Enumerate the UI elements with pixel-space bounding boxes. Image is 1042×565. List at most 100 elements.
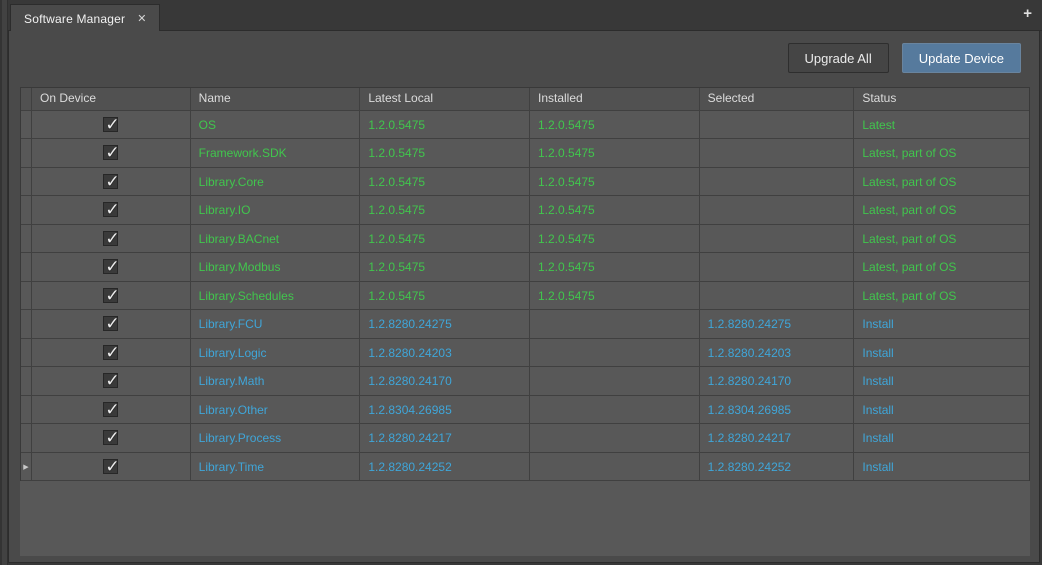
current-row-indicator (21, 339, 32, 367)
current-row-indicator (21, 253, 32, 281)
status-cell: Install (854, 453, 1029, 481)
on-device-checkbox[interactable]: ✓ (103, 288, 118, 303)
on-device-checkbox[interactable]: ✓ (103, 459, 118, 474)
software-table: On Device Name Latest Local Installed Se… (20, 87, 1030, 481)
table-row[interactable]: ✓ Library.Schedules 1.2.0.5475 1.2.0.547… (21, 282, 1029, 311)
checkmark-icon: ✓ (105, 339, 119, 366)
selected-cell: 1.2.8280.24170 (700, 367, 855, 395)
checkmark-icon: ✓ (105, 453, 119, 480)
on-device-cell: ✓ (32, 253, 191, 281)
tab-bar: Software Manager ✕ + (8, 0, 1042, 31)
header-status[interactable]: Status (854, 88, 1029, 110)
update-device-button[interactable]: Update Device (902, 43, 1021, 73)
header-latest-local[interactable]: Latest Local (360, 88, 530, 110)
status-cell: Latest (854, 111, 1029, 139)
on-device-checkbox[interactable]: ✓ (103, 117, 118, 132)
left-splitter-strip[interactable] (0, 0, 8, 565)
status-cell: Latest, part of OS (854, 139, 1029, 167)
selected-cell (700, 111, 855, 139)
selected-cell (700, 139, 855, 167)
status-cell: Latest, part of OS (854, 225, 1029, 253)
on-device-checkbox[interactable]: ✓ (103, 402, 118, 417)
installed-cell (530, 424, 700, 452)
latest-local-cell: 1.2.0.5475 (360, 139, 530, 167)
table-row[interactable]: ✓ Framework.SDK 1.2.0.5475 1.2.0.5475 La… (21, 139, 1029, 168)
current-row-indicator: ▶ (21, 453, 32, 481)
table-row[interactable]: ✓ Library.Core 1.2.0.5475 1.2.0.5475 Lat… (21, 168, 1029, 197)
latest-local-cell: 1.2.8280.24252 (360, 453, 530, 481)
latest-local-cell: 1.2.8280.24275 (360, 310, 530, 338)
current-row-indicator (21, 282, 32, 310)
latest-local-cell: 1.2.8304.26985 (360, 396, 530, 424)
current-row-indicator (21, 168, 32, 196)
tab-software-manager[interactable]: Software Manager ✕ (10, 4, 160, 32)
checkmark-icon: ✓ (105, 139, 119, 166)
installed-cell: 1.2.0.5475 (530, 225, 700, 253)
on-device-checkbox[interactable]: ✓ (103, 259, 118, 274)
on-device-checkbox[interactable]: ✓ (103, 174, 118, 189)
table-row[interactable]: ✓ OS 1.2.0.5475 1.2.0.5475 Latest (21, 111, 1029, 140)
software-manager-window: { "tab": { "title": "Software Manager" }… (0, 0, 1042, 565)
installed-cell (530, 367, 700, 395)
on-device-checkbox[interactable]: ✓ (103, 145, 118, 160)
on-device-cell: ✓ (32, 196, 191, 224)
installed-cell: 1.2.0.5475 (530, 253, 700, 281)
on-device-checkbox[interactable]: ✓ (103, 373, 118, 388)
status-cell: Install (854, 310, 1029, 338)
selected-cell (700, 168, 855, 196)
status-cell: Latest, part of OS (854, 282, 1029, 310)
status-cell: Latest, part of OS (854, 253, 1029, 281)
name-cell: Library.Schedules (191, 282, 361, 310)
close-tab-icon[interactable]: ✕ (137, 13, 146, 25)
table-row[interactable]: ✓ Library.Process 1.2.8280.24217 1.2.828… (21, 424, 1029, 453)
table-row[interactable]: ✓ Library.Other 1.2.8304.26985 1.2.8304.… (21, 396, 1029, 425)
on-device-checkbox[interactable]: ✓ (103, 202, 118, 217)
current-row-indicator (21, 396, 32, 424)
current-row-indicator (21, 367, 32, 395)
header-on-device[interactable]: On Device (32, 88, 191, 110)
selected-cell: 1.2.8280.24203 (700, 339, 855, 367)
current-row-indicator (21, 111, 32, 139)
table-row[interactable]: ✓ Library.Modbus 1.2.0.5475 1.2.0.5475 L… (21, 253, 1029, 282)
on-device-checkbox[interactable]: ✓ (103, 345, 118, 360)
latest-local-cell: 1.2.0.5475 (360, 282, 530, 310)
table-row[interactable]: ✓ Library.Logic 1.2.8280.24203 1.2.8280.… (21, 339, 1029, 368)
on-device-cell: ✓ (32, 225, 191, 253)
status-cell: Install (854, 367, 1029, 395)
status-cell: Latest, part of OS (854, 196, 1029, 224)
header-name[interactable]: Name (191, 88, 361, 110)
tab-title: Software Manager (24, 12, 125, 26)
selected-cell (700, 253, 855, 281)
name-cell: Library.Time (191, 453, 361, 481)
installed-cell (530, 339, 700, 367)
header-installed[interactable]: Installed (530, 88, 700, 110)
selected-cell: 1.2.8280.24252 (700, 453, 855, 481)
on-device-checkbox[interactable]: ✓ (103, 231, 118, 246)
table-row[interactable]: ✓ Library.FCU 1.2.8280.24275 1.2.8280.24… (21, 310, 1029, 339)
header-indicator-cell (21, 88, 32, 110)
table-header-row: On Device Name Latest Local Installed Se… (21, 88, 1029, 111)
add-tab-button[interactable]: + (1023, 6, 1032, 21)
on-device-cell: ✓ (32, 396, 191, 424)
installed-cell: 1.2.0.5475 (530, 282, 700, 310)
table-row[interactable]: ✓ Library.IO 1.2.0.5475 1.2.0.5475 Lates… (21, 196, 1029, 225)
current-row-indicator (21, 196, 32, 224)
on-device-cell: ✓ (32, 367, 191, 395)
table-row[interactable]: ▶ ✓ Library.Time 1.2.8280.24252 1.2.8280… (21, 453, 1029, 482)
upgrade-all-button[interactable]: Upgrade All (788, 43, 889, 73)
status-cell: Install (854, 396, 1029, 424)
table-body: ✓ OS 1.2.0.5475 1.2.0.5475 Latest ✓ Fram… (21, 111, 1029, 482)
current-row-indicator (21, 225, 32, 253)
selected-cell (700, 282, 855, 310)
header-selected[interactable]: Selected (700, 88, 855, 110)
selected-cell: 1.2.8304.26985 (700, 396, 855, 424)
on-device-checkbox[interactable]: ✓ (103, 430, 118, 445)
current-row-indicator (21, 424, 32, 452)
table-row[interactable]: ✓ Library.BACnet 1.2.0.5475 1.2.0.5475 L… (21, 225, 1029, 254)
name-cell: Library.BACnet (191, 225, 361, 253)
name-cell: Library.Process (191, 424, 361, 452)
on-device-cell: ✓ (32, 453, 191, 481)
table-row[interactable]: ✓ Library.Math 1.2.8280.24170 1.2.8280.2… (21, 367, 1029, 396)
checkmark-icon: ✓ (105, 396, 119, 423)
on-device-checkbox[interactable]: ✓ (103, 316, 118, 331)
